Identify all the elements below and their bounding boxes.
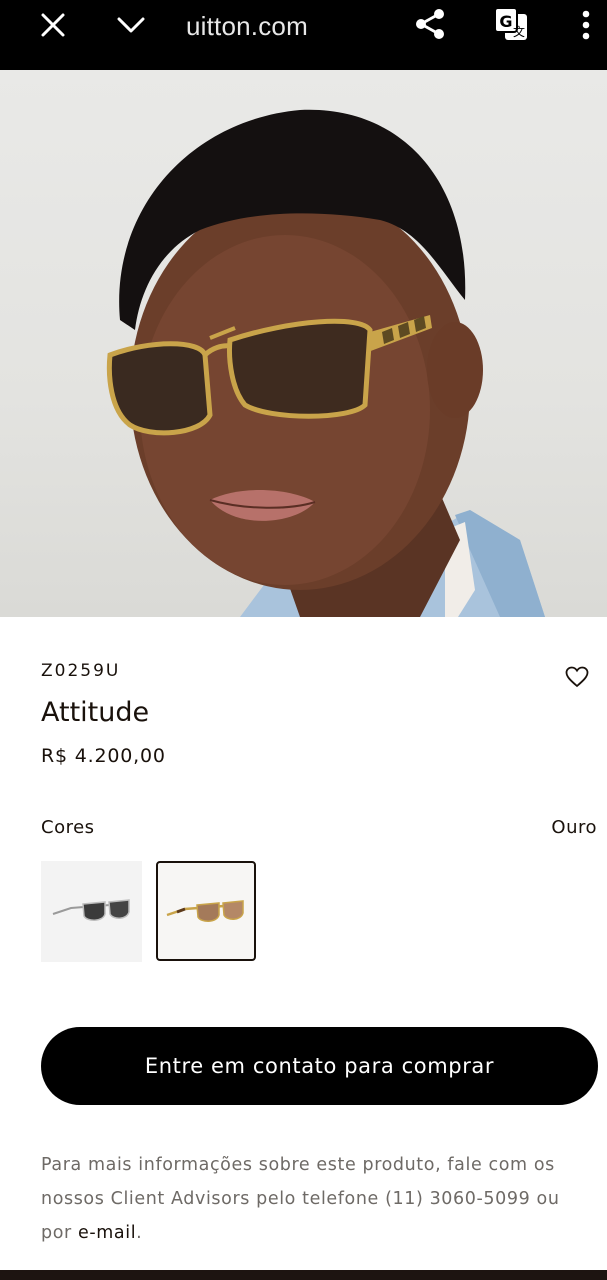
browser-toolbar: uitton.com G 文 xyxy=(0,0,607,70)
silver-frame-swatch[interactable] xyxy=(41,861,142,962)
svg-text:G: G xyxy=(499,12,512,31)
product-sku: Z0259U xyxy=(41,661,121,681)
product-price: R$ 4.200,00 xyxy=(41,745,166,767)
heart-icon[interactable] xyxy=(565,666,589,692)
colors-label: Cores xyxy=(41,817,95,838)
contact-info-text: Para mais informações sobre este produto… xyxy=(41,1148,571,1250)
close-icon[interactable] xyxy=(38,10,68,40)
url-text[interactable]: uitton.com xyxy=(186,8,308,44)
product-title: Attitude xyxy=(41,697,150,728)
gold-frame-swatch[interactable] xyxy=(156,861,256,961)
share-icon[interactable] xyxy=(412,6,448,42)
bottom-edge xyxy=(0,1270,607,1280)
chevron-down-icon[interactable] xyxy=(114,10,148,40)
info-suffix: . xyxy=(136,1223,143,1243)
selected-color: Ouro xyxy=(551,817,597,838)
translate-icon[interactable]: G 文 xyxy=(491,4,531,44)
product-hero-image[interactable] xyxy=(0,70,607,617)
contact-to-buy-button[interactable]: Entre em contato para comprar xyxy=(41,1027,598,1105)
svg-text:文: 文 xyxy=(513,24,525,39)
email-link[interactable]: e-mail xyxy=(78,1223,136,1243)
more-vertical-icon[interactable] xyxy=(576,8,596,42)
